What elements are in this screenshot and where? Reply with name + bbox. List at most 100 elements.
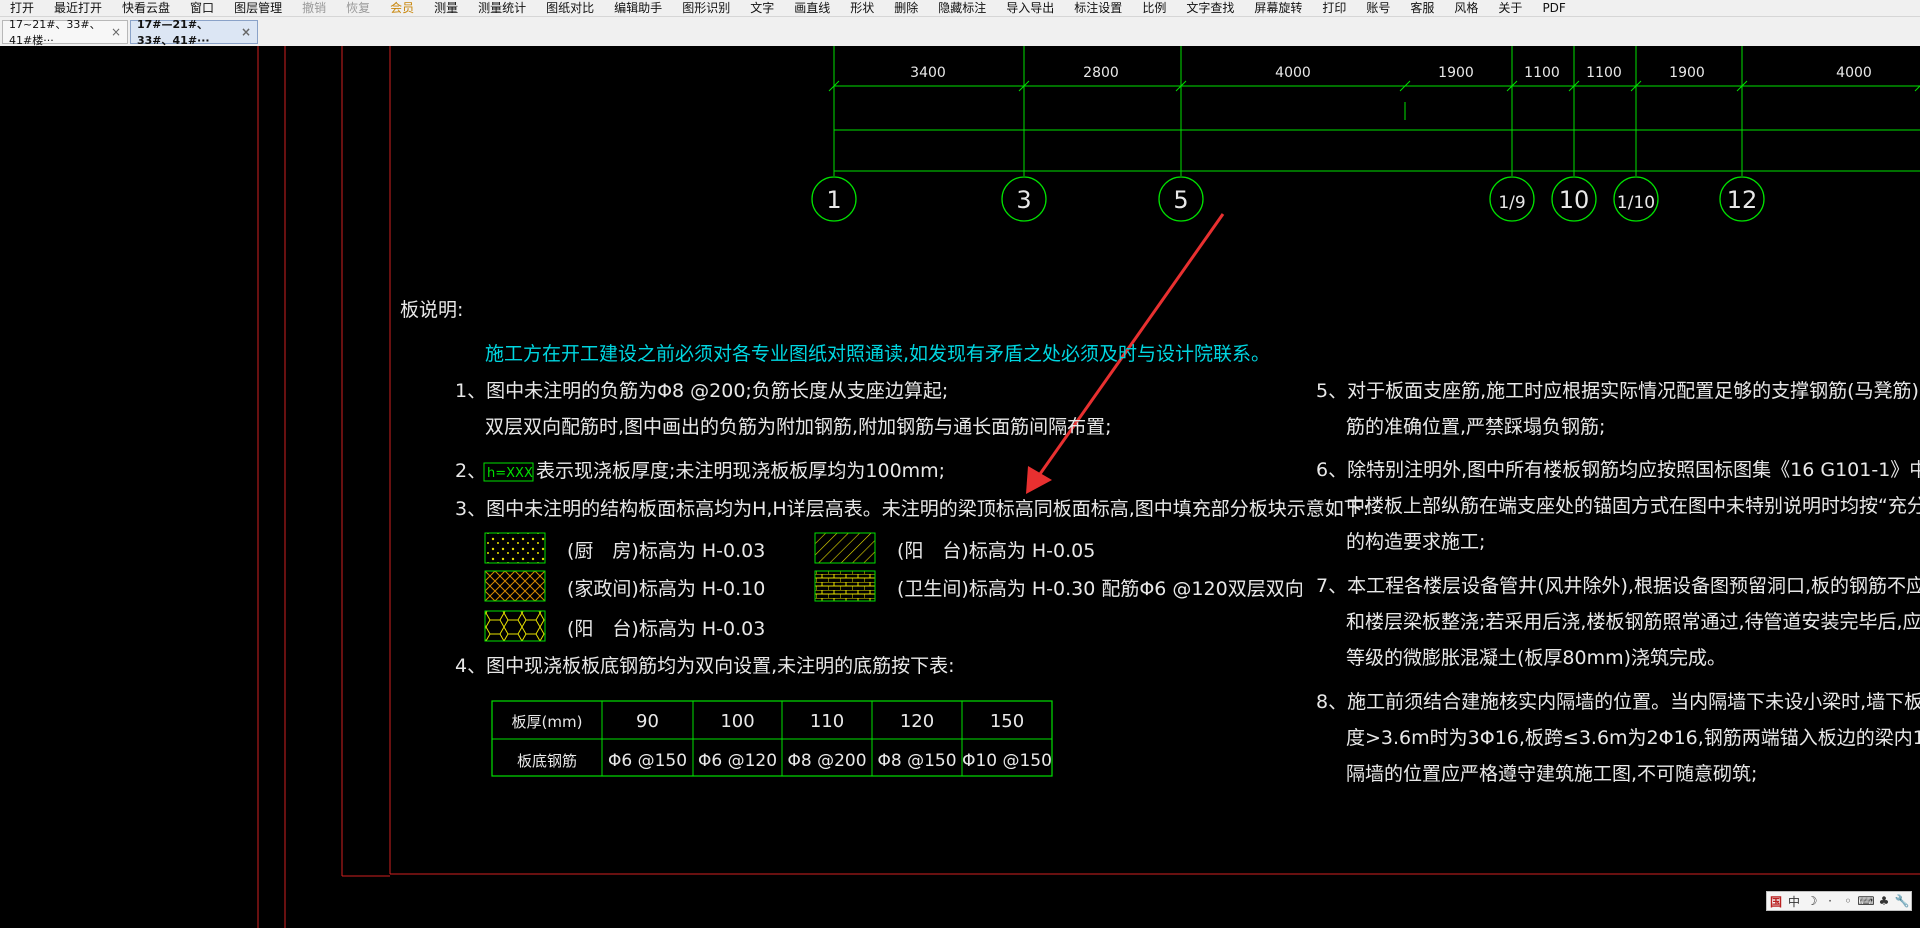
- axis-label: 1/9: [1498, 193, 1525, 213]
- menu-item[interactable]: 会员: [380, 0, 424, 16]
- menu-item[interactable]: 打开: [0, 0, 44, 16]
- ime-icon[interactable]: 国: [1767, 893, 1785, 910]
- menu-item[interactable]: 恢复: [336, 0, 380, 16]
- table-cell: Φ8 @150: [877, 751, 956, 771]
- note-line: 中楼板上部纵筋在端支座处的锚固方式在图中未特别说明时均按“充分利用钢筋的抗拉强度…: [1346, 495, 1920, 517]
- menu-item[interactable]: 比例: [1132, 0, 1176, 16]
- menu-item[interactable]: 屏幕旋转: [1244, 0, 1312, 16]
- menu-item[interactable]: 图形识别: [672, 0, 740, 16]
- note-line: 3、图中未注明的结构板面标高均为H,H详层高表。未注明的梁顶标高同板面标高,图中…: [455, 498, 1369, 520]
- menu-item[interactable]: 最近打开: [44, 0, 112, 16]
- menu-item[interactable]: 图层管理: [224, 0, 292, 16]
- reinforcement-table: 板厚(mm) 90 100 110 120 150 板底钢筋 Φ6 @150 Φ6 @120 Φ8…: [491, 700, 1053, 777]
- menu-item[interactable]: 图纸对比: [536, 0, 604, 16]
- table-header-cell: 100: [720, 711, 754, 732]
- legend-swatch: [814, 532, 876, 564]
- axis-label: 3: [1016, 186, 1031, 214]
- menu-item[interactable]: 客服: [1400, 0, 1444, 16]
- dimension-label: 4000: [1836, 65, 1872, 81]
- menu-item[interactable]: 文字查找: [1176, 0, 1244, 16]
- menu-item[interactable]: 形状: [840, 0, 884, 16]
- axis-label: 1/10: [1617, 193, 1655, 213]
- dimension-label: 3400: [910, 65, 946, 81]
- table-cell: Φ6 @150: [608, 751, 687, 771]
- legend-label: (厨 房)标高为 H-0.03: [567, 540, 765, 562]
- note-line: 2、: [455, 460, 486, 482]
- document-tab[interactable]: 17~21#、33#、41#楼··· ×: [2, 18, 128, 47]
- dimension-lines: [834, 85, 1920, 172]
- document-tab-active[interactable]: 17#—21#、33#、41#··· ×: [130, 18, 258, 47]
- legend-label: (家政间)标高为 H-0.10: [567, 578, 765, 600]
- note-line: 表示现浇板厚度;未注明现浇板板厚均为100mm;: [536, 460, 945, 482]
- legend-swatch: [484, 610, 546, 642]
- menu-item[interactable]: 标注设置: [1064, 0, 1132, 16]
- legend-swatch: [484, 532, 546, 564]
- close-icon[interactable]: ×: [111, 25, 121, 39]
- notes-title: 板说明:: [400, 299, 463, 321]
- table-header-cell: 110: [810, 711, 844, 732]
- note-line: 和楼层梁板整浇;若采用后浇,楼板钢筋照常通过,待管道安装完毕后,应采用不低于板强…: [1346, 611, 1920, 633]
- dimension-label: 1100: [1586, 65, 1622, 81]
- table-cell: Φ8 @200: [787, 751, 866, 771]
- note-line: 的构造要求施工;: [1346, 531, 1485, 553]
- dimension-labels: 3400 2800 4000 1900 1100 1100 1900 4000: [828, 65, 1920, 92]
- legend-label: (阳 台)标高为 H-0.05: [897, 540, 1095, 562]
- table-header-cell: 120: [900, 711, 934, 732]
- dimension-label: 1900: [1438, 65, 1474, 81]
- dimension-label: 2800: [1083, 65, 1119, 81]
- ime-icon[interactable]: ◦: [1839, 894, 1857, 908]
- legend-label: (阳 台)标高为 H-0.03: [567, 618, 765, 640]
- ime-icon[interactable]: 🔧: [1893, 894, 1911, 908]
- table-cell: Φ6 @120: [698, 751, 777, 771]
- table-header-cell: 90: [636, 711, 659, 732]
- menu-item[interactable]: 画直线: [784, 0, 840, 16]
- axis-label: 1: [826, 186, 841, 214]
- fill-legend: (厨 房)标高为 H-0.03 (阳 台)标高为 H-0.05 (家政间)标高为 H…: [484, 532, 1304, 642]
- tab-label: 17~21#、33#、41#楼···: [9, 18, 101, 47]
- note-line: 8、施工前须结合建施核实内隔墙的位置。当内隔墙下未设小梁时,墙下板内应另加钢筋,…: [1316, 691, 1920, 713]
- dimension-label: 1100: [1524, 65, 1560, 81]
- menu-item[interactable]: 编辑助手: [604, 0, 672, 16]
- ime-toolbar[interactable]: 国中 ☽ · ◦ ⌨ ♣ 🔧: [1766, 891, 1912, 911]
- menu-item[interactable]: 测量统计: [468, 0, 536, 16]
- menu-item[interactable]: 关于: [1488, 0, 1532, 16]
- note-line: 6、除特别注明外,图中所有楼板钢筋均应按照国标图集《16 G101-1》中的构造…: [1316, 459, 1920, 481]
- main-toolbar: 打开 最近打开 快看云盘 窗口 图层管理 撤销 恢复 会员 测量 测量统计 图纸对比 编辑助手 图形识别…: [0, 0, 1920, 17]
- dimension-label: 4000: [1275, 65, 1311, 81]
- menu-item[interactable]: 快看云盘: [112, 0, 180, 16]
- ime-icon[interactable]: ☽: [1803, 894, 1821, 908]
- table-cell: 板底钢筋: [517, 752, 577, 770]
- menu-item[interactable]: PDF: [1532, 0, 1575, 16]
- axis-label: 10: [1559, 186, 1590, 214]
- note-line: 1、图中未注明的负筋为Φ8 @200;负筋长度从支座边算起;: [455, 380, 948, 402]
- legend-swatch: [484, 570, 546, 602]
- tab-label: 17#—21#、33#、41#···: [137, 18, 210, 47]
- drawing-canvas[interactable]: 3400 2800 4000 1900 1100 1100 1900 4000 1 3 5 1/9 1…: [0, 46, 1920, 928]
- menu-item[interactable]: 打印: [1312, 0, 1356, 16]
- ime-icon[interactable]: ⌨: [1857, 894, 1875, 908]
- ime-icon[interactable]: ·: [1821, 894, 1839, 908]
- document-tab-bar: 17~21#、33#、41#楼··· × 17#—21#、33#、41#··· …: [0, 17, 1920, 47]
- menu-item[interactable]: 删除: [884, 0, 928, 16]
- note-line: 隔墙的位置应严格遵守建筑施工图,不可随意砌筑;: [1346, 763, 1757, 785]
- close-icon[interactable]: ×: [241, 25, 251, 39]
- menu-item[interactable]: 撤销: [292, 0, 336, 16]
- ime-icon[interactable]: 中: [1785, 893, 1803, 910]
- menu-item[interactable]: 风格: [1444, 0, 1488, 16]
- menu-item[interactable]: 隐藏标注: [928, 0, 996, 16]
- menu-item[interactable]: 导入导出: [996, 0, 1064, 16]
- menu-item[interactable]: 账号: [1356, 0, 1400, 16]
- menu-item[interactable]: 文字: [740, 0, 784, 16]
- cad-drawing: 3400 2800 4000 1900 1100 1100 1900 4000 1 3 5 1/9 1…: [257, 46, 1920, 928]
- thickness-tag: h=XXX: [487, 466, 533, 481]
- dimension-label: 1900: [1669, 65, 1705, 81]
- note-line: 度>3.6m时为3Φ16,板跨≤3.6m为2Φ16,钢筋两端锚入板边的梁内12d…: [1346, 727, 1920, 749]
- note-line: 筋的准确位置,严禁踩塌负钢筋;: [1346, 416, 1605, 438]
- notice-text: 施工方在开工建设之前必须对各专业图纸对照通读,如发现有矛盾之处必须及时与设计院联…: [485, 343, 1270, 365]
- note-line: 双层双向配筋时,图中画出的负筋为附加钢筋,附加钢筋与通长面筋间隔布置;: [485, 416, 1111, 438]
- ime-icon[interactable]: ♣: [1875, 894, 1893, 908]
- note-line: 等级的微膨胀混凝土(板厚80mm)浇筑完成。: [1346, 647, 1726, 669]
- menu-item[interactable]: 窗口: [180, 0, 224, 16]
- axis-label: 5: [1173, 186, 1188, 214]
- menu-item[interactable]: 测量: [424, 0, 468, 16]
